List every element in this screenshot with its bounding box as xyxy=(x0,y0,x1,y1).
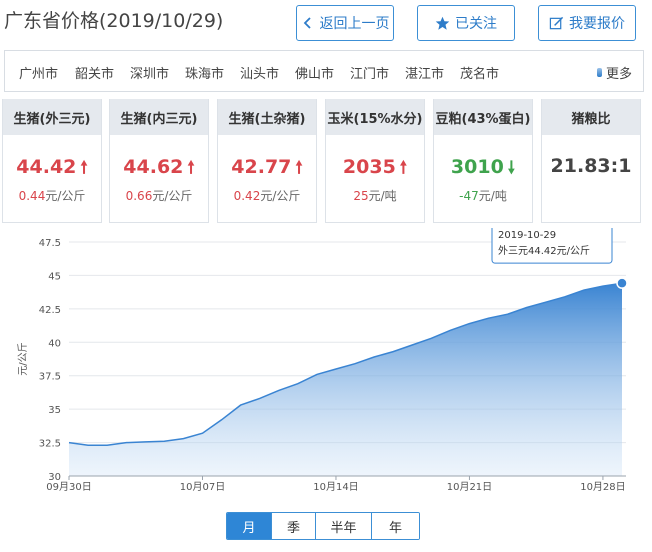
card-value: 21.83:1 xyxy=(550,155,632,177)
y-axis-label: 元/公斤 xyxy=(17,342,29,375)
arrow-down-icon: 🠗 xyxy=(507,158,516,178)
star-icon xyxy=(435,16,450,30)
tab-half-year[interactable]: 半年 xyxy=(315,513,371,539)
tab-month[interactable]: 月 xyxy=(227,513,271,539)
period-tabs: 月 季 半年 年 xyxy=(226,512,420,540)
x-tick-label: 10月21日 xyxy=(447,481,492,493)
card-value: 42.77 🠕 xyxy=(231,156,303,178)
tooltip-value: 外三元44.42元/公斤 xyxy=(498,245,590,257)
card-value: 3010 🠗 xyxy=(450,156,516,178)
card-title: 生猪(外三元) xyxy=(3,99,101,135)
price-card[interactable]: 生猪(内三元) 44.62 🠕 0.66元/公斤 xyxy=(109,99,209,223)
x-tick-label: 09月30日 xyxy=(46,481,91,493)
card-change: 0.44元/公斤 xyxy=(18,189,86,203)
city-link[interactable]: 佛山市 xyxy=(295,63,334,82)
follow-button[interactable]: 已关注 xyxy=(417,5,515,41)
card-title: 玉米(15%水分) xyxy=(326,99,424,135)
city-link[interactable]: 珠海市 xyxy=(185,63,224,82)
arrow-up-icon: 🠕 xyxy=(187,158,195,178)
card-value: 44.62 🠕 xyxy=(123,156,195,178)
city-link[interactable]: 湛江市 xyxy=(405,63,444,82)
card-title: 豆粕(43%蛋白) xyxy=(434,99,532,135)
city-bar: 广州市 韶关市 深圳市 珠海市 汕头市 佛山市 江门市 湛江市 茂名市 更多 xyxy=(4,50,644,92)
tooltip-date: 2019-10-29 xyxy=(498,230,556,241)
follow-button-label: 已关注 xyxy=(455,16,497,32)
price-chart: 30 32.5 35 37.5 40 42.5 45 47.5 元/公斤 09月30日 10月07日… xyxy=(0,228,652,508)
tab-quarter[interactable]: 季 xyxy=(271,513,315,539)
city-link[interactable]: 韶关市 xyxy=(75,63,114,82)
card-value: 44.42 🠕 xyxy=(16,156,88,178)
back-icon xyxy=(303,17,311,29)
price-card[interactable]: 玉米(15%水分) 2035 🠕 25元/吨 xyxy=(325,99,425,223)
report-price-button-label: 我要报价 xyxy=(569,16,625,32)
price-card[interactable]: 豆粕(43%蛋白) 3010 🠗 -47元/吨 xyxy=(433,99,533,223)
city-link[interactable]: 江门市 xyxy=(350,63,389,82)
x-tick-label: 10月07日 xyxy=(180,481,225,493)
more-cities-label: 更多 xyxy=(606,67,633,82)
y-tick-label: 45 xyxy=(48,271,61,282)
page-title: 广东省价格(2019/10/29) xyxy=(4,10,224,32)
back-button[interactable]: 返回上一页 xyxy=(296,5,394,41)
price-card[interactable]: 生猪(土杂猪) 42.77 🠕 0.42元/公斤 xyxy=(217,99,317,223)
city-link[interactable]: 汕头市 xyxy=(240,63,279,82)
city-link[interactable]: 茂名市 xyxy=(460,63,499,82)
x-tick-label: 10月28日 xyxy=(580,481,625,493)
report-price-button[interactable]: 我要报价 xyxy=(538,5,636,41)
data-point xyxy=(616,277,628,289)
card-value: 2035 🠕 xyxy=(342,156,408,178)
city-link[interactable]: 广州市 xyxy=(19,63,58,82)
y-tick-label: 47.5 xyxy=(39,238,61,249)
card-change: 0.66元/公斤 xyxy=(125,189,193,203)
area-chart: 3032.53537.54042.54547.5元/公斤09月30日 10月07日… xyxy=(17,228,628,493)
card-change: -47元/吨 xyxy=(459,189,507,203)
arrow-up-icon: 🠕 xyxy=(80,158,88,178)
card-title: 猪粮比 xyxy=(542,99,640,135)
back-button-label: 返回上一页 xyxy=(319,16,390,32)
card-change: 25元/吨 xyxy=(353,189,397,203)
y-tick-label: 35 xyxy=(48,405,61,416)
y-tick-label: 37.5 xyxy=(39,372,61,383)
city-link[interactable]: 深圳市 xyxy=(130,63,169,82)
x-tick-label: 10月14日 xyxy=(313,481,358,493)
card-title: 生猪(土杂猪) xyxy=(218,99,316,135)
arrow-up-icon: 🠕 xyxy=(399,158,408,178)
y-tick-label: 40 xyxy=(48,338,61,349)
more-cities-button[interactable]: 更多 xyxy=(597,63,632,82)
arrow-up-icon: 🠕 xyxy=(295,158,303,178)
edit-icon xyxy=(549,16,564,29)
more-indicator-icon xyxy=(597,68,602,77)
price-card[interactable]: 猪粮比 21.83:1 xyxy=(541,99,641,223)
tab-year[interactable]: 年 xyxy=(371,513,419,539)
y-tick-label: 42.5 xyxy=(39,305,61,316)
card-change: 0.42元/公斤 xyxy=(233,189,301,203)
area-fill xyxy=(69,283,622,476)
price-card[interactable]: 生猪(外三元) 44.42 🠕 0.44元/公斤 xyxy=(2,99,102,223)
y-tick-label: 32.5 xyxy=(39,439,61,450)
card-title: 生猪(内三元) xyxy=(110,99,208,135)
page-header: 广东省价格(2019/10/29) 返回上一页 已关注 我要报价 xyxy=(0,0,652,44)
